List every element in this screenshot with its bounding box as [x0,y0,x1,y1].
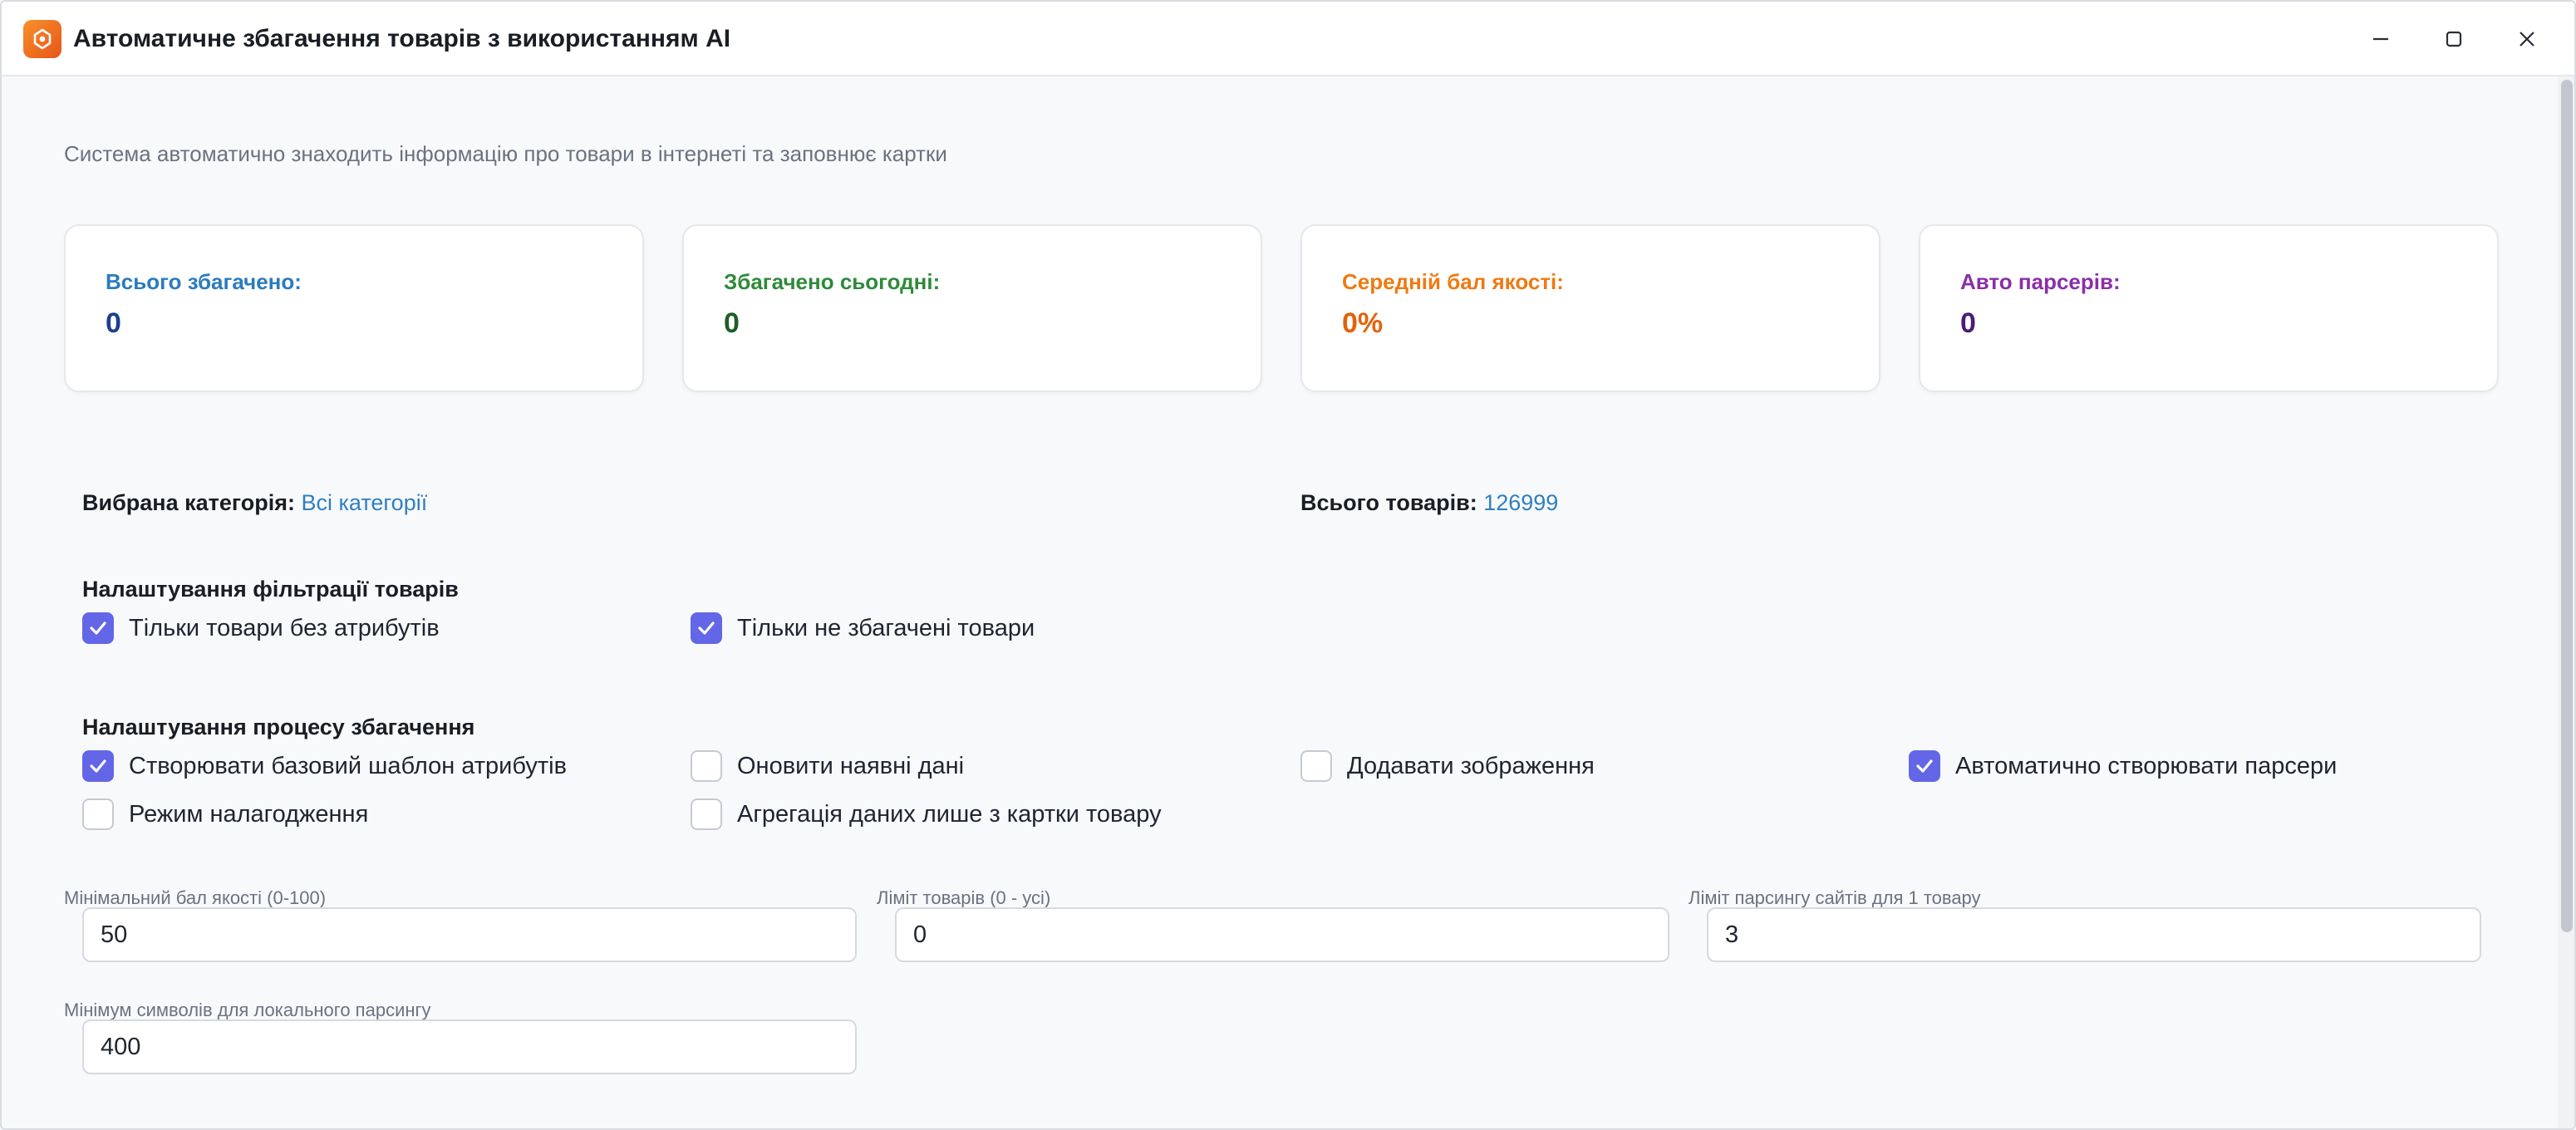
checkbox-label: Автоматично створювати парсери [1955,752,2338,779]
maximize-button[interactable] [2433,18,2475,60]
checkbox-label: Створювати базовий шаблон атрибутів [129,752,567,779]
min-chars-label: Мінімум символів для локального парсингу [64,1000,431,1020]
filter-settings-title: Налаштування фільтрації товарів [82,577,459,602]
site-parse-limit-input[interactable] [1707,907,2481,962]
checkbox-debug-mode[interactable]: Режим налагодження [82,798,368,831]
checkbox-label: Оновити наявні дані [737,752,965,779]
checkbox-box[interactable] [82,612,114,644]
maximize-icon [2446,31,2462,47]
checkbox-only-without-attributes[interactable]: Тільки товари без атрибутів [82,612,440,645]
stat-label: Середній бал якості: [1342,269,1564,294]
stat-label: Авто парсерів: [1960,269,2121,294]
stat-card-auto-parsers: Авто парсерів: 0 [1919,224,2499,392]
stat-label: Збагачено сьогодні: [724,269,941,294]
process-settings-title: Налаштування процесу збагачення [82,715,475,739]
product-limit-label: Ліміт товарів (0 - усі) [877,887,1051,908]
min-quality-label: Мінімальний бал якості (0-100) [64,887,327,908]
stat-card-enriched-today: Збагачено сьогодні: 0 [682,224,1262,392]
checkbox-box[interactable] [691,798,722,830]
selected-category-label: Вибрана категорія: [82,490,295,515]
checkbox-box[interactable] [1300,750,1332,782]
stat-value: 0 [724,307,740,339]
window-title: Автоматичне збагачення товарів з викорис… [73,25,731,52]
app-window: Автоматичне збагачення товарів з викорис… [0,0,2576,1130]
total-products: Всього товарів: 126999 [1300,490,1558,516]
title-bar: Автоматичне збагачення товарів з викорис… [2,2,2574,76]
checkbox-label: Тільки товари без атрибутів [129,614,440,641]
checkbox-aggregate-product-card-only[interactable]: Агрегація даних лише з картки товару [691,798,1162,831]
selected-category: Вибрана категорія: Всі категорії [82,490,427,516]
checkbox-label: Тільки не збагачені товари [737,614,1035,641]
app-logo-icon [23,20,61,58]
stat-value: 0 [1960,307,1976,339]
checkbox-box[interactable] [82,798,114,830]
minimize-icon [2373,37,2388,41]
checkbox-box[interactable] [691,750,722,782]
total-products-label: Всього товарів: [1300,490,1477,515]
checkbox-update-existing-data[interactable]: Оновити наявні дані [691,749,964,783]
minimize-button[interactable] [2360,18,2401,60]
check-icon [90,622,106,635]
stat-card-average-quality: Середній бал якості: 0% [1300,224,1880,392]
page-subtitle: Система автоматично знаходить інформацію… [64,141,947,166]
checkbox-box[interactable] [82,750,114,782]
stat-value: 0 [106,307,121,339]
check-icon [698,622,715,635]
checkbox-label: Додавати зображення [1347,752,1595,779]
stat-label: Всього збагачено: [106,269,302,294]
check-icon [1916,759,1933,773]
checkbox-create-attribute-template[interactable]: Створювати базовий шаблон атрибутів [82,749,567,783]
checkbox-label: Режим налагодження [129,800,369,828]
selected-category-link[interactable]: Всі категорії [302,490,428,515]
site-parse-limit-label: Ліміт парсингу сайтів для 1 товару [1689,887,1981,908]
checkbox-box[interactable] [691,612,722,644]
total-products-value: 126999 [1483,490,1559,515]
stat-card-total-enriched: Всього збагачено: 0 [64,224,644,392]
product-limit-input[interactable] [895,907,1669,962]
scrollbar-thumb[interactable] [2561,80,2573,932]
min-quality-input[interactable] [82,907,857,962]
checkbox-auto-create-parsers[interactable]: Автоматично створювати парсери [1909,749,2337,783]
min-chars-input[interactable] [82,1019,857,1074]
checkbox-box[interactable] [1909,750,1940,782]
stat-value: 0% [1342,307,1384,339]
close-icon [2519,32,2534,47]
checkbox-add-images[interactable]: Додавати зображення [1300,749,1595,783]
check-icon [90,759,106,773]
checkbox-label: Агрегація даних лише з картки товару [737,800,1162,828]
close-button[interactable] [2506,18,2548,60]
checkbox-only-not-enriched[interactable]: Тільки не збагачені товари [691,612,1035,645]
